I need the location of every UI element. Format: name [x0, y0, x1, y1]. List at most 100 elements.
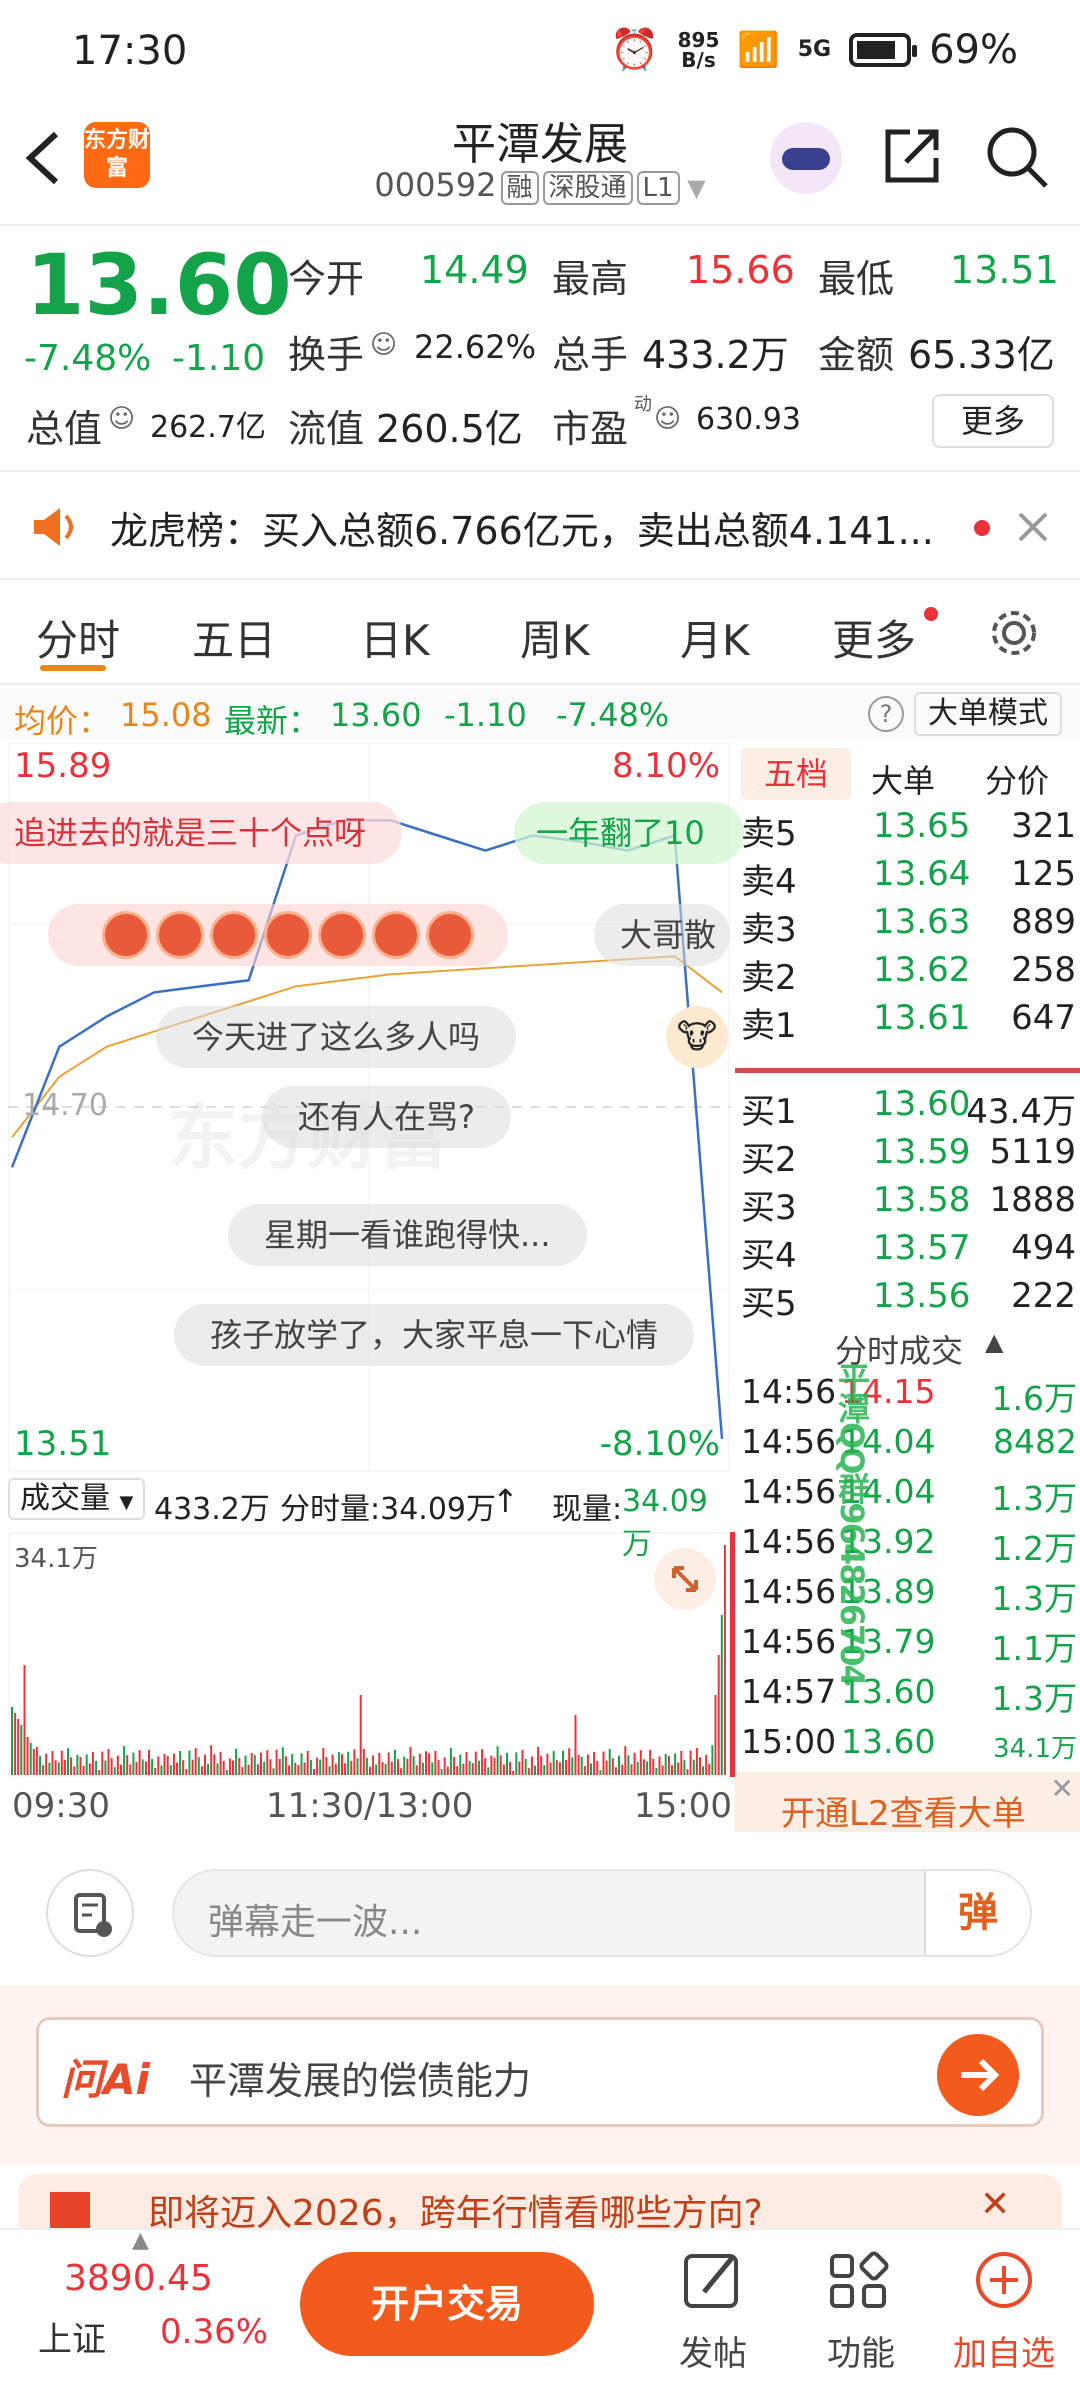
sort-up-icon[interactable]: ▲ [985, 1328, 1003, 1356]
signal-label: 5G [797, 37, 832, 62]
info-icon[interactable]: ☺ [654, 404, 681, 434]
news-text: 龙虎榜：买入总额6.766亿元，卖出总额4.141... [110, 509, 934, 553]
volume-bar [207, 1763, 210, 1775]
volume-bar [502, 1764, 505, 1775]
search-icon[interactable] [984, 124, 1050, 190]
volume-bar [481, 1749, 484, 1775]
more-quote-button[interactable]: 更多 [932, 394, 1054, 448]
volume-bar [720, 1615, 723, 1775]
volume-bar [692, 1759, 695, 1775]
volume-bar [247, 1764, 250, 1775]
indicator-select[interactable]: 成交量 ▼ [8, 1478, 146, 1520]
index-value[interactable]: 3890.45 [64, 2258, 213, 2299]
emoji-bubble[interactable] [48, 904, 508, 966]
angry-face-icon [426, 911, 474, 959]
grid-icon [830, 2251, 889, 2308]
turnover-label: 换手 [288, 333, 365, 377]
volume-bar [73, 1766, 76, 1775]
volume-bar [88, 1763, 91, 1775]
volume-bar [232, 1760, 234, 1775]
volume-bar [549, 1762, 552, 1775]
arrow-right-icon[interactable] [937, 2034, 1019, 2116]
danmu-settings-icon[interactable] [46, 1869, 134, 1957]
volume-bar [671, 1765, 673, 1775]
volume-bar [300, 1753, 303, 1775]
l2-promo[interactable]: 开通L2查看大单 ✕ [735, 1772, 1080, 1834]
volume-bar [297, 1765, 300, 1775]
volume-bar [166, 1756, 169, 1775]
volume-bar [113, 1767, 116, 1775]
danmu-send-button[interactable]: 弹 [924, 1871, 1030, 1955]
tab-monthly[interactable]: 月K [680, 607, 750, 668]
volume-bar [487, 1767, 490, 1775]
tick-row: 14:57 13.60 1.3万 [741, 1672, 1077, 1718]
volume-bar [683, 1760, 686, 1775]
volume-bar [449, 1747, 452, 1775]
intraday-chart[interactable]: 东方财富 15.89 8.10% 14.70 13.51 -8.10% 追进去的… [0, 742, 744, 1472]
ob-tab-bigorders[interactable]: 大单 [871, 756, 935, 802]
expand-icon[interactable] [654, 1548, 716, 1610]
bid-row: 买1 13.60 43.4万 [741, 1084, 1076, 1132]
danmu-bubble[interactable]: 星期一看谁跑得快... [228, 1204, 587, 1266]
cow-mascot-icon[interactable]: 🐮 [666, 1006, 728, 1068]
volume-bar [717, 1655, 720, 1775]
tab-more[interactable]: 更多 [832, 607, 916, 668]
volume-bar [624, 1746, 627, 1775]
ai-panel: 问Ai 平潭发展的偿债能力 [0, 1985, 1080, 2165]
change-pct: -7.48% [24, 338, 152, 379]
danmu-bubble[interactable]: 今天进了这么多人吗 [156, 1006, 517, 1068]
volume-bar [375, 1764, 378, 1775]
volume-bar [151, 1758, 154, 1775]
ai-query-box[interactable]: 问Ai 平潭发展的偿债能力 [36, 2017, 1044, 2127]
close-icon[interactable] [1016, 510, 1050, 544]
volume-bar [213, 1754, 216, 1775]
danmu-bubble[interactable]: 还有人在骂? [262, 1086, 511, 1148]
info-icon[interactable]: ☺ [108, 404, 135, 434]
volume-bar [689, 1750, 692, 1775]
volume-bar [574, 1715, 577, 1775]
close-icon[interactable]: ✕ [980, 2184, 1010, 2225]
danmu-bubble[interactable]: 一年翻了10 [514, 802, 744, 864]
gear-icon[interactable] [986, 605, 1042, 661]
time-axis: 09:30 11:30/13:00 15:00 [0, 1780, 735, 1830]
speaker-icon [34, 508, 73, 546]
index-name[interactable]: 上证 [38, 2312, 106, 2361]
ob-tab-price[interactable]: 分价 [985, 756, 1049, 802]
danmu-input[interactable]: 弹幕走一波... 弹 [172, 1869, 1032, 1957]
post-button[interactable]: 发帖 [668, 2248, 758, 2388]
volume-bar [309, 1760, 312, 1775]
danmu-bubble[interactable]: 追进去的就是三十个点呀 [0, 802, 403, 864]
trade-button[interactable]: 开户交易 [300, 2252, 594, 2356]
open-label: 今开 [288, 257, 365, 301]
tab-weekly[interactable]: 周K [520, 607, 590, 668]
chart-bottom-price: 13.51 [14, 1424, 112, 1464]
ob-tab-5levels[interactable]: 五档 [741, 748, 851, 800]
danmu-bubble[interactable]: 孩子放学了，大家平息一下心情 [174, 1304, 695, 1366]
add-watchlist-button[interactable]: 加自选 [944, 2248, 1064, 2388]
big-order-mode-button[interactable]: 大单模式 [914, 692, 1062, 736]
ask-row: 卖2 13.62 258 [741, 950, 1076, 998]
help-icon[interactable]: ? [868, 696, 904, 732]
info-icon[interactable]: ☺ [370, 330, 397, 360]
volume-bar [123, 1746, 126, 1775]
promo-banner[interactable]: 即将迈入2026，跨年行情看哪些方向? ✕ [0, 2170, 1080, 2234]
volume-bar [456, 1766, 459, 1775]
float-label: 流值 [288, 407, 365, 451]
volume-bar [250, 1753, 253, 1775]
tab-5day[interactable]: 五日 [192, 607, 276, 668]
tab-intraday[interactable]: 分时 [36, 607, 120, 668]
volume-bar [593, 1751, 596, 1775]
news-ticker[interactable]: 龙虎榜：买入总额6.766亿元，卖出总额4.141... [0, 470, 1080, 580]
volume-bar [116, 1755, 119, 1775]
volume-chart[interactable]: 34.1万 [8, 1532, 730, 1777]
volume-bar [409, 1747, 412, 1775]
share-icon[interactable] [880, 124, 944, 188]
tab-daily[interactable]: 日K [360, 607, 430, 668]
danmu-bubble[interactable]: 大哥散 [594, 904, 730, 966]
volume-now-label: 现量: [552, 1492, 623, 1527]
function-button[interactable]: 功能 [816, 2248, 906, 2388]
index-pct[interactable]: 0.36% [160, 2312, 268, 2352]
volume-bar [425, 1751, 427, 1775]
close-icon[interactable]: ✕ [1051, 1772, 1074, 1805]
robot-avatar-icon[interactable] [770, 122, 842, 194]
